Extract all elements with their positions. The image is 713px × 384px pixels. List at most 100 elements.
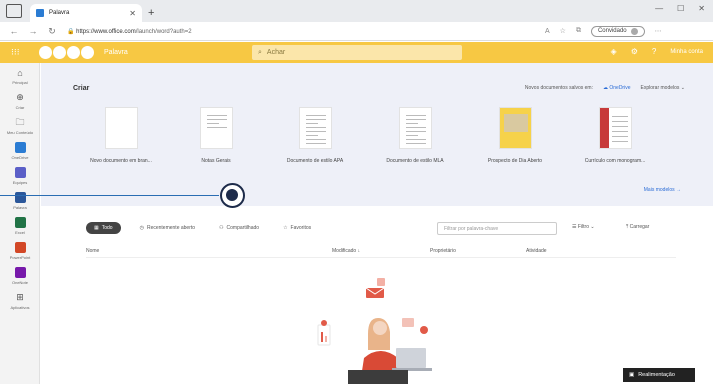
app-name[interactable]: Palavra <box>104 49 128 56</box>
upload-button[interactable]: ⤒ Carregar <box>626 224 649 230</box>
onedrive-link[interactable]: ☁ OneDrive <box>603 85 631 91</box>
window-controls: — ☐ ✕ <box>655 4 705 13</box>
browser-tab[interactable]: Palavra ✕ <box>30 4 142 22</box>
filter-chip-3[interactable]: ☆ Favoritos <box>278 223 316 233</box>
rail-item-label: OneDrive <box>11 154 29 160</box>
browser-tab-bar: Palavra ✕ + — ☐ ✕ <box>0 0 713 22</box>
rail-item-4[interactable]: Equipes <box>0 163 40 188</box>
rail-item-1[interactable]: ⊕ Criar <box>0 88 40 113</box>
file-table-header: Nome Modificado ↓ Proprietário Atividade <box>86 248 676 258</box>
address-bar: ← → ↻ 🔒 https://www.office.com/launch/wo… <box>0 22 713 41</box>
new-tab-icon[interactable]: + <box>148 7 154 19</box>
people-icon: ⚇ <box>219 225 224 231</box>
back-icon[interactable]: ← <box>9 26 19 36</box>
settings-gear-icon[interactable]: ⚙ <box>631 47 638 56</box>
filter-chips: ▦ Todo ◷ Recentemente aberto ⚇ Compartilhado ☆… <box>86 222 316 234</box>
maximize-icon[interactable]: ☐ <box>677 4 684 13</box>
app-launcher-icon[interactable]: ⁝⁝⁝ <box>11 47 27 58</box>
app-logo[interactable] <box>39 46 94 59</box>
create-options: Novos documentos salvos em: ☁ OneDrive E… <box>525 85 685 91</box>
clock-icon: ◷ <box>139 225 144 231</box>
url-field[interactable]: 🔒 https://www.office.com/launch/word?aut… <box>67 28 537 35</box>
rail-item-label: Excel <box>15 229 25 235</box>
filter-chip-label: Todo <box>101 225 113 231</box>
template-blank[interactable]: Novo documento em bran... <box>71 107 171 164</box>
column-name[interactable]: Nome <box>86 248 99 254</box>
template-mla[interactable]: Documento de estilo MLA <box>365 107 465 164</box>
word-icon <box>14 192 26 204</box>
rail-item-3[interactable]: OneDrive <box>0 138 40 163</box>
close-window-icon[interactable]: ✕ <box>698 4 705 13</box>
filter-chip-2[interactable]: ⚇ Compartilhado <box>214 223 264 233</box>
template-name: Novo documento em bran... <box>90 158 152 164</box>
template-name: Notas Gerais <box>201 158 231 164</box>
rail-item-label: Aplicativos <box>10 304 30 310</box>
column-modified[interactable]: Modificado ↓ <box>332 248 360 254</box>
rail-item-8[interactable]: OneNote <box>0 263 40 288</box>
header-actions: ◈ ⚙ ? Minha conta <box>611 47 703 56</box>
template-thumbnail <box>398 107 432 149</box>
template-notes[interactable]: Notas Gerais <box>166 107 266 164</box>
template-name: Prospecto de Dia Aberto <box>487 158 543 164</box>
close-tab-icon[interactable]: ✕ <box>129 9 136 18</box>
avatar-icon <box>630 27 638 35</box>
star-icon: ☆ <box>283 225 288 231</box>
folder-icon: 🗀 <box>15 116 25 127</box>
filter-chip-label: Compartilhado <box>226 225 260 231</box>
click-indicator <box>220 183 245 208</box>
diamond-icon[interactable]: ◈ <box>611 47 617 56</box>
collections-icon[interactable]: ⧉ <box>576 27 581 35</box>
search-input[interactable]: ⌕ Achar <box>252 45 462 60</box>
rail-item-7[interactable]: PowerPoint <box>0 238 40 263</box>
empty-state-illustration <box>317 278 432 384</box>
office-header: ⁝⁝⁝ Palavra ⌕ Achar ◈ ⚙ ? Minha conta <box>0 42 713 63</box>
column-activity[interactable]: Atividade <box>526 248 547 254</box>
app-window: Palavra ✕ + — ☐ ✕ ← → ↻ 🔒 https://www.of… <box>0 0 713 384</box>
favorites-icon[interactable]: ☆ <box>560 27 566 35</box>
filter-chip-1[interactable]: ◷ Recentemente aberto <box>135 223 200 233</box>
feedback-label: Realimentação <box>638 372 675 378</box>
callout-line <box>0 195 219 196</box>
help-icon[interactable]: ? <box>652 47 656 56</box>
create-title: Criar <box>73 85 90 92</box>
profile-button[interactable]: Convidado <box>590 25 645 37</box>
word-favicon-icon <box>36 9 44 17</box>
rail-item-6[interactable]: Excel <box>0 213 40 238</box>
feedback-button[interactable]: ▣ Realimentação <box>623 368 695 382</box>
column-owner[interactable]: Proprietário <box>430 248 456 254</box>
more-templates-link[interactable]: Mais modelos → <box>644 187 681 193</box>
rail-item-2[interactable]: 🗀 Meu Conteúdo <box>0 113 40 138</box>
filter-chip-label: Recentemente aberto <box>146 225 196 231</box>
refresh-icon[interactable]: ↻ <box>47 26 57 37</box>
plus-icon: ⊕ <box>16 92 24 102</box>
template-flyer[interactable]: Prospecto de Dia Aberto <box>465 107 565 164</box>
template-thumbnail <box>104 107 138 149</box>
explore-templates-button[interactable]: Explorar modelos ⌄ <box>641 85 686 91</box>
account-button[interactable]: Minha conta <box>670 49 703 55</box>
onedrive-icon <box>14 142 26 154</box>
filter-chip-label: Favoritos <box>290 225 312 231</box>
rail-item-0[interactable]: ⌂ Principal <box>0 63 40 88</box>
tab-actions-icon[interactable] <box>6 4 22 18</box>
template-thumbnail <box>498 107 532 149</box>
laptop-shape <box>396 348 426 368</box>
rail-item-5[interactable]: Palavra <box>0 188 40 213</box>
template-resume[interactable]: Currículo com monogram... <box>565 107 665 164</box>
chat-bubble-shape <box>402 318 414 327</box>
more-options-icon[interactable]: ⋯ <box>655 27 662 35</box>
filter-chip-0[interactable]: ▦ Todo <box>86 222 121 234</box>
filter-button[interactable]: ☰ Filtro ⌄ <box>572 224 595 230</box>
keyword-filter-input[interactable]: Filtrar por palavra-chave <box>437 222 557 235</box>
url-path: /launch/word?auth=2 <box>135 28 192 35</box>
forward-icon[interactable]: → <box>28 26 38 36</box>
minimize-icon[interactable]: — <box>655 4 663 13</box>
chair-shape <box>348 370 408 384</box>
search-placeholder: Achar <box>266 49 286 56</box>
rail-item-9[interactable]: ⊞ Aplicativos <box>0 288 40 313</box>
onenote-icon <box>14 267 26 279</box>
upload-label: Carregar <box>629 224 650 230</box>
home-icon: ⌂ <box>17 67 23 78</box>
read-aloud-icon[interactable]: A <box>545 28 550 35</box>
template-apa[interactable]: Documento de estilo APA <box>265 107 365 164</box>
create-section: Criar Novos documentos salvos em: ☁ OneD… <box>41 63 713 206</box>
